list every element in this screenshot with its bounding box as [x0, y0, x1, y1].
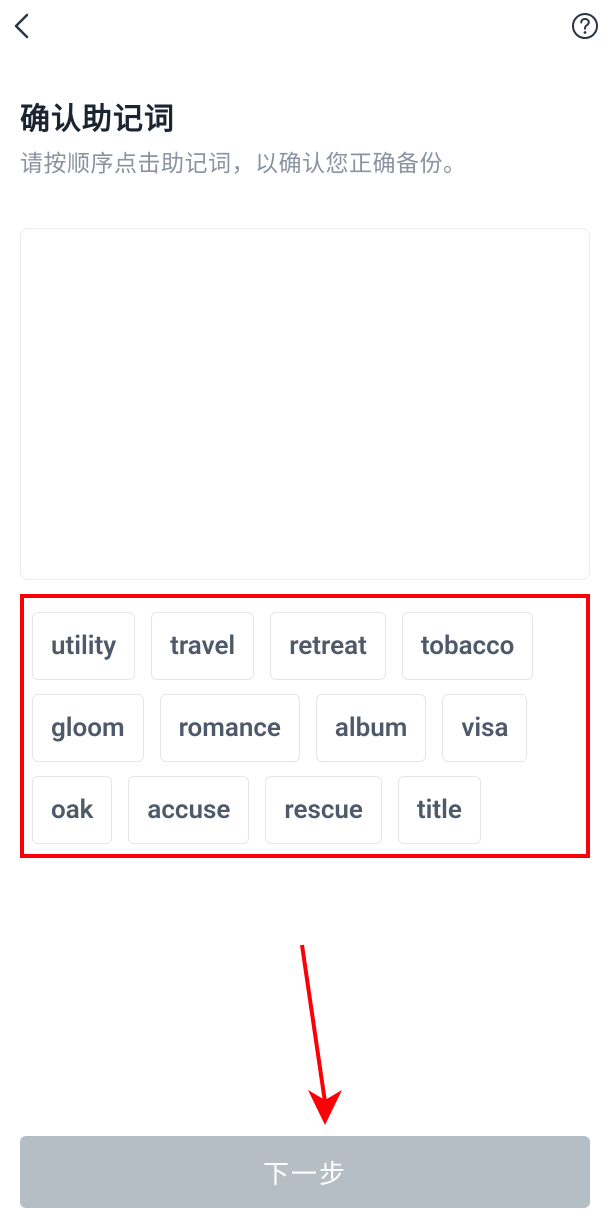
mnemonic-word-chip[interactable]: gloom	[32, 694, 144, 762]
annotation-arrow-icon	[290, 940, 350, 1140]
next-button[interactable]: 下一步	[20, 1136, 590, 1208]
mnemonic-words-annotation-box: utilitytravelretreattobaccogloomromancea…	[20, 594, 590, 858]
help-button[interactable]	[570, 11, 600, 41]
mnemonic-words-grid: utilitytravelretreattobaccogloomromancea…	[32, 612, 578, 844]
mnemonic-word-chip[interactable]: title	[398, 776, 481, 844]
mnemonic-word-chip[interactable]: tobacco	[402, 612, 534, 680]
mnemonic-word-chip[interactable]: romance	[160, 694, 300, 762]
mnemonic-word-chip[interactable]: oak	[32, 776, 112, 844]
mnemonic-word-chip[interactable]: travel	[151, 612, 254, 680]
selected-words-area[interactable]	[20, 228, 590, 580]
mnemonic-word-chip[interactable]: album	[316, 694, 426, 762]
back-button[interactable]	[8, 12, 36, 40]
mnemonic-word-chip[interactable]: rescue	[265, 776, 382, 844]
page-title: 确认助记词	[20, 94, 590, 138]
chevron-left-icon	[12, 12, 32, 40]
mnemonic-word-chip[interactable]: utility	[32, 612, 135, 680]
mnemonic-word-chip[interactable]: retreat	[270, 612, 386, 680]
mnemonic-word-chip[interactable]: accuse	[128, 776, 249, 844]
page-subtitle: 请按顺序点击助记词，以确认您正确备份。	[20, 148, 590, 180]
question-circle-icon	[571, 12, 599, 40]
mnemonic-word-chip[interactable]: visa	[442, 694, 527, 762]
